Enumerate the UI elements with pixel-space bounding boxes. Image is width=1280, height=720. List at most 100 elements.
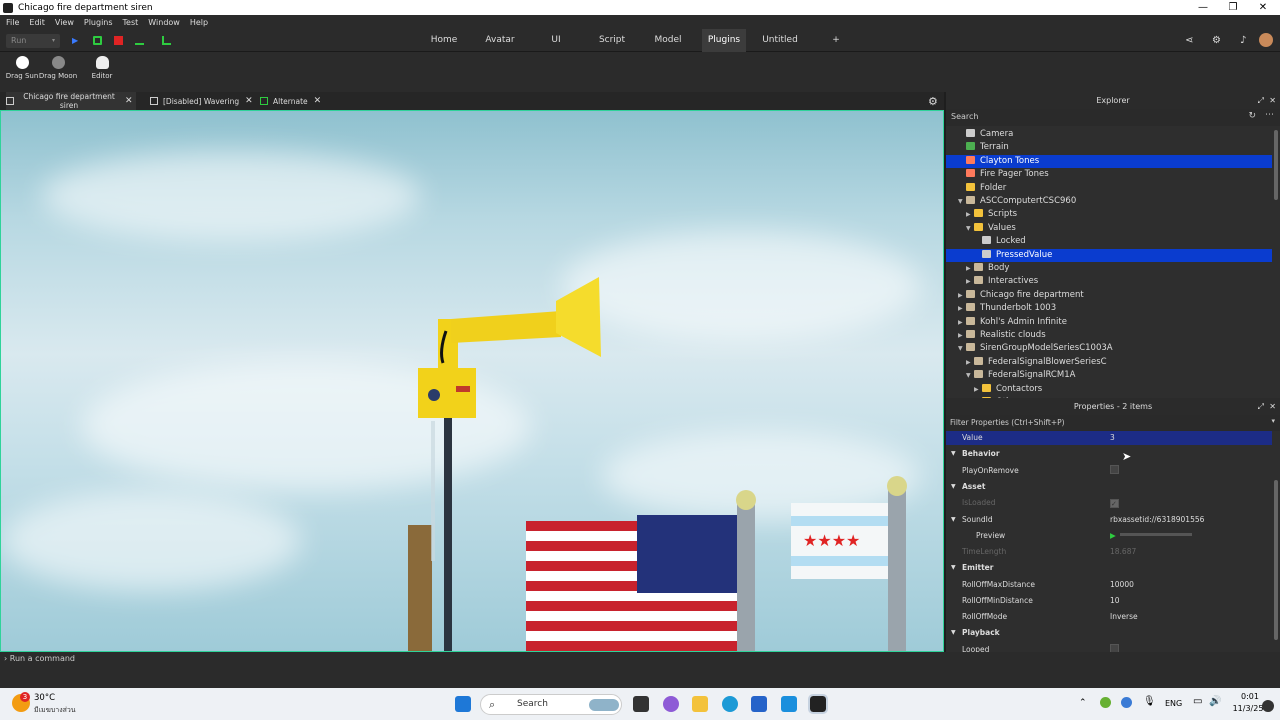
caret-down-icon[interactable]: ▼ — [951, 626, 956, 640]
caret-right-icon[interactable]: ▶ — [966, 275, 971, 288]
menu-edit[interactable]: Edit — [29, 18, 45, 27]
client-server-icon[interactable] — [162, 36, 171, 45]
windows-start-icon[interactable] — [455, 696, 471, 712]
language-indicator[interactable]: ENG — [1165, 699, 1182, 708]
doc-tab-alternate[interactable]: Alternate ✕ — [260, 92, 321, 110]
editor-button[interactable]: Editor — [82, 56, 122, 80]
copilot-icon[interactable] — [663, 696, 679, 712]
explorer-item[interactable]: Clayton Tones — [946, 154, 1272, 168]
caret-right-icon[interactable]: ▶ — [966, 356, 971, 369]
tab-model[interactable]: Model — [647, 29, 689, 52]
explorer-scrollbar[interactable] — [1274, 130, 1278, 200]
share-icon[interactable]: ⋖ — [1185, 35, 1193, 46]
close-icon[interactable]: ✕ — [245, 96, 253, 106]
more-icon[interactable]: ⋯ — [1265, 110, 1274, 120]
property-row[interactable]: IsLoaded ✓ — [946, 496, 1272, 510]
history-icon[interactable]: ↻ — [1248, 111, 1256, 121]
caret-down-icon[interactable]: ▼ — [951, 513, 956, 527]
drag-sun-button[interactable]: Drag Sun — [2, 56, 42, 80]
team-create-icon[interactable]: ⚙ — [1212, 35, 1221, 46]
network-icon[interactable]: ▭ — [1193, 696, 1202, 707]
caret-right-icon[interactable]: ▶ — [958, 329, 963, 342]
command-input[interactable]: Run a command — [10, 654, 75, 663]
property-row[interactable]: TimeLength 18.687 — [946, 545, 1272, 559]
3d-viewport[interactable]: ★★★★ — [0, 110, 944, 652]
drag-moon-button[interactable]: Drag Moon — [38, 56, 78, 80]
property-row[interactable]: Looped — [946, 643, 1272, 652]
close-icon[interactable]: ✕ — [125, 96, 133, 106]
property-section[interactable]: ▼ Playback — [946, 626, 1272, 640]
explorer-item[interactable]: Terrain — [946, 141, 1272, 154]
property-section[interactable]: ▼ Asset — [946, 480, 1272, 494]
property-value[interactable]: 10000 — [1110, 578, 1134, 592]
volume-icon[interactable]: 🔊 — [1209, 696, 1221, 707]
explorer-item[interactable]: ▶ Body — [946, 262, 1272, 275]
tray-cloud-icon[interactable] — [1121, 697, 1132, 708]
caret-right-icon[interactable]: ▶ — [958, 289, 963, 302]
preview-progress-slider[interactable] — [1119, 532, 1192, 536]
caret-down-icon[interactable]: ▼ — [966, 369, 971, 382]
menu-test[interactable]: Test — [123, 18, 139, 27]
command-bar[interactable]: › Run a command — [0, 652, 1280, 666]
tab-plugins[interactable]: Plugins — [702, 29, 746, 52]
tab-untitled[interactable]: Untitled — [757, 29, 803, 52]
close-icon[interactable]: ✕ — [1248, 0, 1278, 15]
caret-down-icon[interactable]: ▼ — [951, 561, 956, 575]
explorer-search[interactable]: Search ↻ ⋯ — [946, 109, 1280, 126]
explorer-search-input[interactable]: Search — [951, 112, 978, 121]
task-view-icon[interactable] — [633, 696, 649, 712]
popout-icon[interactable]: ⤢ — [1258, 92, 1264, 109]
caret-down-icon[interactable]: ▼ — [951, 447, 956, 461]
play-here-icon[interactable] — [93, 36, 102, 45]
explorer-item[interactable]: ▼ Values — [946, 222, 1272, 235]
checkbox[interactable] — [1110, 464, 1119, 474]
caret-down-icon[interactable]: ▼ — [951, 480, 956, 494]
play-preview-icon[interactable]: ▶ — [1110, 531, 1116, 540]
menu-file[interactable]: File — [6, 18, 19, 27]
tab-avatar[interactable]: Avatar — [478, 29, 522, 52]
property-row[interactable]: PlayOnRemove — [946, 464, 1272, 478]
close-icon[interactable]: ✕ — [1269, 92, 1276, 109]
tray-chevron-icon[interactable]: ⌃ — [1079, 698, 1087, 708]
doc-tab-main[interactable]: Chicago fire department siren ✕ — [6, 92, 136, 110]
explorer-tree[interactable]: Camera Terrain Clayton Tones Fire Pager Ton… — [946, 128, 1272, 398]
explorer-item[interactable]: Camera — [946, 128, 1272, 141]
explorer-item[interactable]: Folder — [946, 182, 1272, 195]
file-explorer-icon[interactable] — [692, 696, 708, 712]
property-value[interactable]: 10 — [1110, 594, 1120, 608]
avatar[interactable] — [1259, 33, 1273, 47]
checkbox[interactable] — [1110, 643, 1119, 652]
property-row[interactable]: ▼ SoundId rbxassetid://6318901556 — [946, 513, 1272, 527]
caret-right-icon[interactable]: ▶ — [958, 302, 963, 315]
menu-view[interactable]: View — [55, 18, 74, 27]
property-section[interactable]: ▼ Behavior — [946, 447, 1272, 461]
close-icon[interactable]: ✕ — [314, 96, 322, 106]
explorer-item[interactable]: ▶ Scripts — [946, 208, 1272, 221]
menu-help[interactable]: Help — [190, 18, 208, 27]
store-icon[interactable] — [751, 696, 767, 712]
bell-icon[interactable]: ♪ — [1240, 35, 1246, 46]
explorer-item[interactable]: PressedValue — [946, 248, 1272, 262]
property-value[interactable]: 18.687 — [1110, 545, 1136, 559]
edge-icon[interactable] — [722, 696, 738, 712]
explorer-item[interactable]: ▶ Thunderbolt 1003 — [946, 302, 1272, 315]
property-row[interactable]: RollOffMode Inverse — [946, 610, 1272, 624]
explorer-item[interactable]: ▶ Interactives — [946, 275, 1272, 288]
taskbar-search[interactable]: ⌕ Search — [480, 694, 622, 715]
restore-icon[interactable]: ❐ — [1218, 0, 1248, 15]
property-value[interactable]: 3 — [1110, 431, 1115, 445]
doc-tab-wavering[interactable]: [Disabled] Wavering ✕ — [150, 92, 253, 110]
run-mode-select[interactable]: Run ▾ — [6, 34, 60, 48]
property-row[interactable]: RollOffMinDistance 10 — [946, 594, 1272, 608]
explorer-item[interactable]: Locked — [946, 235, 1272, 248]
tab-script[interactable]: Script — [591, 29, 633, 52]
property-row[interactable]: RollOffMaxDistance 10000 — [946, 578, 1272, 592]
studio-mod-icon[interactable] — [781, 696, 797, 712]
caret-right-icon[interactable]: ▶ — [958, 316, 963, 329]
clock-time[interactable]: 0:01 — [1230, 692, 1270, 701]
stop-icon[interactable] — [114, 36, 123, 45]
caret-down-icon[interactable]: ▼ — [958, 195, 963, 208]
explorer-item[interactable]: ▶ Kohl's Admin Infinite — [946, 316, 1272, 329]
step-icon[interactable] — [135, 36, 144, 45]
minimize-icon[interactable]: — — [1188, 0, 1218, 15]
